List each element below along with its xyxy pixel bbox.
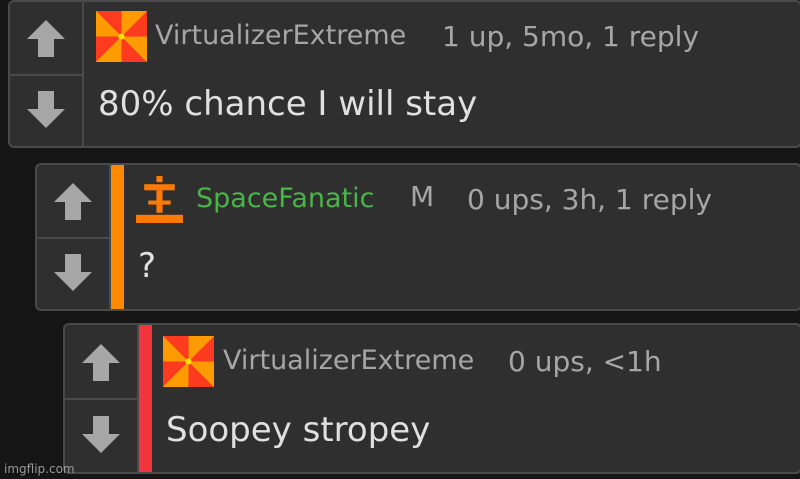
comment-username[interactable]: SpaceFanatic bbox=[196, 185, 374, 212]
imgflip-watermark: imgflip.com bbox=[4, 462, 75, 476]
comment-card: VirtualizerExtreme 1 up, 5mo, 1 reply 80… bbox=[8, 0, 800, 148]
comment-text: Soopey stropey bbox=[166, 410, 431, 450]
pinwheel-avatar[interactable] bbox=[96, 11, 147, 62]
thread-depth-stripe bbox=[111, 165, 124, 309]
arrow-down-icon bbox=[53, 253, 93, 293]
comment-meta: 1 up, 5mo, 1 reply bbox=[442, 20, 700, 53]
comment-card: SpaceFanatic M 0 ups, 3h, 1 reply ? bbox=[35, 163, 800, 311]
comment-card: VirtualizerExtreme 0 ups, <1h Soopey str… bbox=[63, 323, 800, 474]
comment-meta: 0 ups, 3h, 1 reply bbox=[467, 183, 712, 216]
downvote-button[interactable] bbox=[10, 74, 82, 146]
comment-username[interactable]: VirtualizerExtreme bbox=[223, 347, 474, 374]
comment-thread: VirtualizerExtreme 1 up, 5mo, 1 reply 80… bbox=[0, 0, 800, 479]
arrow-up-icon bbox=[81, 342, 121, 382]
comment-meta: 0 ups, <1h bbox=[508, 345, 662, 378]
arrow-down-icon bbox=[81, 415, 121, 455]
upvote-button[interactable] bbox=[10, 2, 82, 76]
downvote-button[interactable] bbox=[37, 237, 109, 309]
upvote-button[interactable] bbox=[37, 165, 109, 239]
moderator-badge: M bbox=[410, 180, 435, 213]
upvote-button[interactable] bbox=[65, 325, 137, 400]
downvote-button[interactable] bbox=[65, 398, 137, 472]
vote-column bbox=[10, 2, 84, 146]
comment-text: ? bbox=[138, 246, 157, 286]
pinwheel-avatar[interactable] bbox=[163, 336, 214, 387]
comment-username[interactable]: VirtualizerExtreme bbox=[155, 22, 406, 49]
vote-column bbox=[37, 165, 111, 309]
thread-depth-stripe bbox=[139, 325, 152, 472]
arrow-up-icon bbox=[26, 18, 66, 58]
pixel-totem-avatar[interactable] bbox=[134, 174, 185, 225]
arrow-up-icon bbox=[53, 181, 93, 221]
comment-text: 80% chance I will stay bbox=[98, 84, 478, 124]
arrow-down-icon bbox=[26, 90, 66, 130]
vote-column bbox=[65, 325, 139, 472]
